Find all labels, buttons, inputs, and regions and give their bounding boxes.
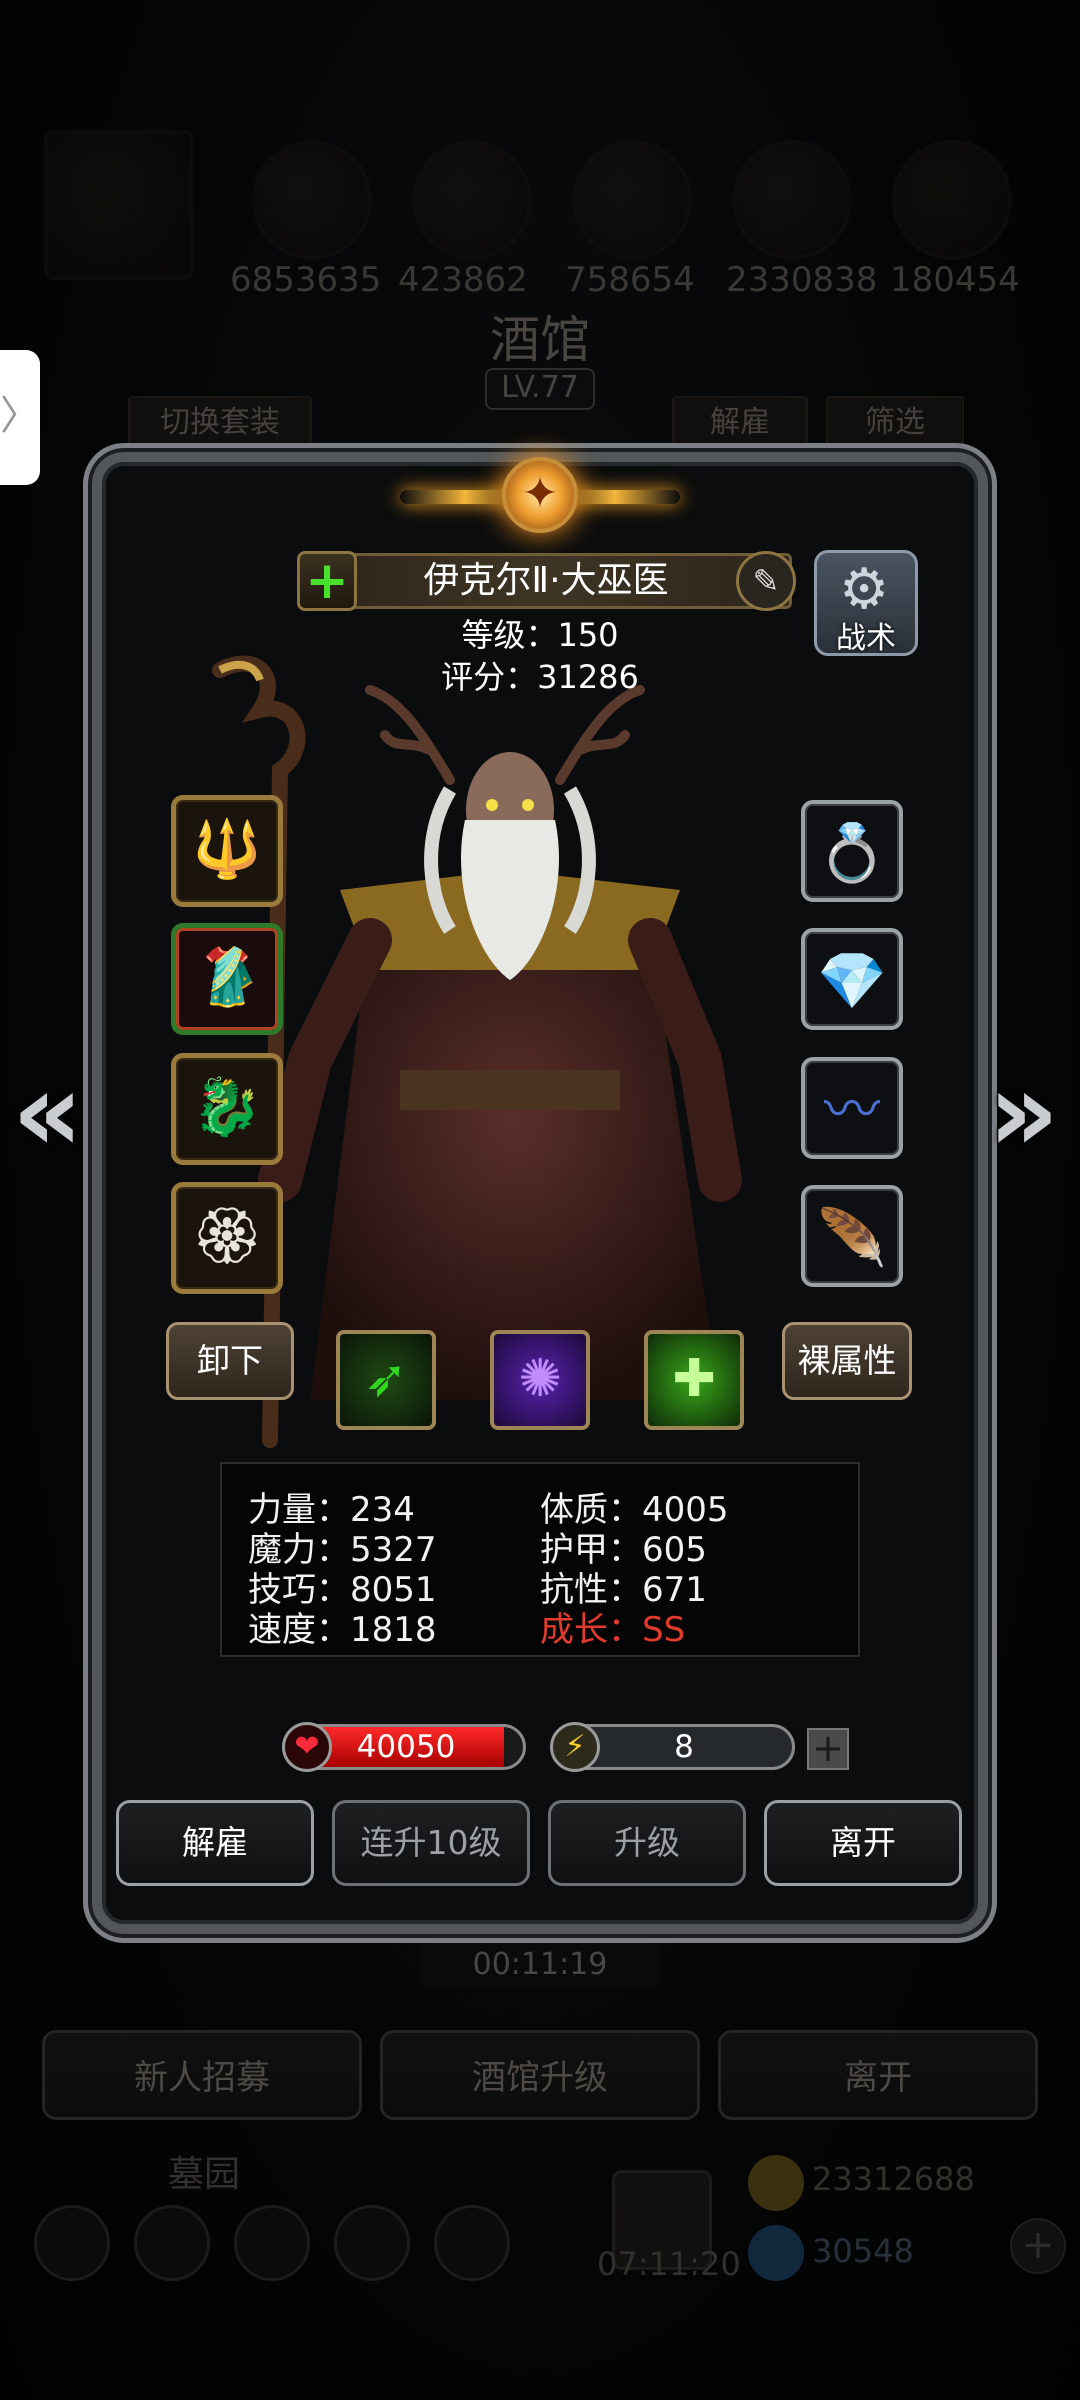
crest-emblem-icon (502, 457, 578, 533)
slash-skill-icon: ➶ (364, 1349, 408, 1409)
storm-skill-icon: ✺ (518, 1349, 562, 1409)
purple-storm-skill[interactable]: ✺ (490, 1330, 590, 1430)
hero-score: 评分：31286 (441, 658, 639, 696)
hero-name: 伊克尔Ⅱ·大巫医 (423, 560, 669, 601)
wing-item-icon: 🪶 (817, 1206, 887, 1271)
equip-slot-wings[interactable]: 🪶 (801, 1185, 903, 1287)
equip-slot-ring[interactable]: 💍 (801, 800, 903, 902)
stat-speed-label: 速度： (248, 1610, 350, 1650)
next-hero-arrow-icon[interactable]: » (988, 1048, 1059, 1176)
stat-speed-value: 1818 (350, 1610, 437, 1650)
equip-slot-armor[interactable]: 🥻 (171, 923, 283, 1035)
heal-skill[interactable]: ✚ (644, 1330, 744, 1430)
equip-slot-trinket[interactable]: 〰 (801, 1057, 903, 1159)
dismiss-button[interactable]: 解雇 (116, 1800, 314, 1886)
equip-slot-weapon[interactable]: 🔱 (171, 795, 283, 907)
lightning-icon: ⚡ (550, 1722, 600, 1772)
level-up-10-button[interactable]: 连升10级 (332, 1800, 530, 1886)
stat-growth: 成长：SS (540, 1602, 685, 1651)
add-hero-button[interactable]: + (297, 551, 357, 611)
edit-name-icon[interactable]: ✎ (736, 551, 796, 611)
stat-speed: 速度：1818 (248, 1602, 437, 1651)
crystal-item-icon: 💎 (817, 949, 887, 1014)
robe-item-icon: 🥻 (192, 945, 262, 1010)
equip-slot-amulet[interactable]: 🏵 (171, 1182, 283, 1294)
beast-item-icon: 🐉 (192, 1075, 262, 1140)
side-drawer-handle[interactable]: 〉 (0, 350, 40, 485)
staff-item-icon: 🔱 (192, 817, 262, 882)
tactic-label: 战术 (836, 621, 896, 656)
level-up-button[interactable]: 升级 (548, 1800, 746, 1886)
base-attributes-button[interactable]: 裸属性 (782, 1322, 912, 1400)
unequip-button[interactable]: 卸下 (166, 1322, 294, 1400)
amulet-item-icon: 🏵 (191, 1204, 263, 1269)
stat-growth-label: 成长： (540, 1610, 642, 1650)
dialog-crest (400, 445, 680, 555)
crown-item-icon: 💍 (817, 821, 887, 886)
tactic-button[interactable]: ⚙ 战术 (814, 550, 918, 656)
prev-hero-arrow-icon[interactable]: « (12, 1048, 83, 1176)
leave-button[interactable]: 离开 (764, 1800, 962, 1886)
equip-slot-gem[interactable]: 💎 (801, 928, 903, 1030)
heart-icon: ❤ (282, 1722, 332, 1772)
heal-cross-icon: ✚ (672, 1349, 716, 1409)
whip-item-icon: 〰 (824, 1078, 880, 1143)
equip-slot-mount[interactable]: 🐉 (171, 1053, 283, 1165)
stat-growth-value: SS (642, 1610, 686, 1650)
add-energy-button[interactable]: + (807, 1728, 849, 1770)
hero-level: 等级：150 (461, 616, 619, 654)
green-slash-skill[interactable]: ➶ (336, 1330, 436, 1430)
